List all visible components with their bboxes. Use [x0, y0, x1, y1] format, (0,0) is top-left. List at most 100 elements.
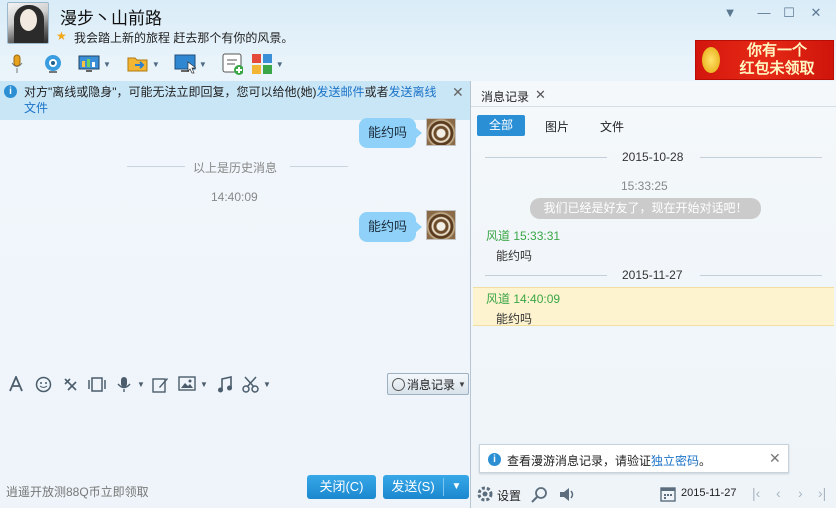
chevron-down-icon[interactable]: ▼	[152, 60, 160, 69]
roaming-tip-end: 。	[699, 454, 712, 468]
new-chat-icon[interactable]	[221, 53, 243, 75]
apps-grid-icon[interactable]	[251, 53, 273, 75]
message-row: 能约吗	[359, 118, 417, 148]
toolbar: ▼ ▼ ▼ ▼	[6, 52, 284, 76]
date-separator-line	[485, 157, 607, 158]
date-header: 2015-11-27	[622, 268, 683, 282]
record-text[interactable]: 能约吗	[496, 247, 532, 264]
minimize-button[interactable]: —	[754, 4, 774, 22]
record-text[interactable]: 能约吗	[496, 310, 532, 327]
filter-tab-images[interactable]: 图片	[545, 118, 569, 135]
bubble-tail	[415, 221, 422, 233]
chevron-down-icon[interactable]: ▼	[103, 60, 111, 69]
close-window-button[interactable]: ✕	[806, 4, 826, 22]
poke-icon[interactable]	[62, 376, 79, 394]
next-page-icon[interactable]: ›	[798, 485, 803, 501]
chevron-down-icon[interactable]: ▼	[263, 376, 271, 394]
date-header: 2015-10-28	[622, 150, 684, 164]
chevron-down-icon[interactable]: ▼	[137, 376, 145, 394]
edit-icon[interactable]	[152, 376, 169, 394]
font-icon[interactable]	[8, 374, 24, 394]
info-icon: i	[488, 453, 501, 466]
offline-notice-bar: i 对方"离线或隐身"，可能无法立即回复，您可以给他(她)发送邮件或者发送离线文…	[0, 81, 470, 120]
red-envelope-ad[interactable]: 你有一个 红包未领取	[695, 40, 834, 80]
close-icon[interactable]: ✕	[769, 450, 781, 467]
message-bubble[interactable]: 能约吗	[359, 118, 417, 148]
message-bubble[interactable]: 能约吗	[359, 212, 417, 242]
chevron-down-icon[interactable]: ▼	[276, 60, 284, 69]
system-notice: 我们已经是好友了，现在开始对话吧！	[530, 198, 761, 219]
emoji-icon[interactable]	[35, 376, 52, 394]
chevron-down-icon[interactable]: ▼	[444, 475, 469, 499]
settings-label[interactable]: 设置	[497, 487, 521, 504]
offline-notice-or: 或者	[364, 85, 389, 99]
record-sender: 风道	[486, 229, 511, 243]
ad-line-1: 你有一个	[746, 42, 807, 59]
window-menu-button[interactable]: ▼	[720, 4, 740, 22]
settings-icon[interactable]	[476, 485, 494, 506]
message-row: 能约吗	[359, 212, 417, 242]
record-header: 风道 15:33:31	[486, 227, 560, 244]
send-button[interactable]: 发送(S) ▼	[383, 475, 469, 499]
info-icon: i	[4, 85, 17, 98]
video-camera-icon[interactable]	[42, 53, 64, 75]
roaming-tip: i 查看漫游消息记录，请验证独立密码。 ✕	[479, 444, 789, 473]
date-separator-line	[485, 275, 607, 276]
separator-line	[290, 166, 348, 167]
separator-line	[127, 166, 185, 167]
coin-icon	[702, 47, 720, 73]
chevron-down-icon[interactable]: ▼	[200, 376, 208, 394]
record-header: 风道 14:40:09	[486, 290, 560, 307]
last-page-icon[interactable]: ›|	[818, 485, 826, 501]
close-icon[interactable]: ✕	[452, 84, 464, 101]
current-date[interactable]: 2015-11-27	[681, 487, 736, 499]
history-label: 以上是历史消息	[193, 161, 278, 175]
promo-link[interactable]: 逍遥开放测88Q币立即领取	[6, 483, 149, 500]
scissors-icon[interactable]	[242, 376, 260, 394]
history-tab-title[interactable]: 消息记录	[481, 88, 529, 105]
screen-share-icon[interactable]	[78, 53, 100, 75]
star-icon: ★	[56, 29, 67, 43]
offline-notice-text: 对方"离线或隐身"，可能无法立即回复，您可以给他(她)	[24, 85, 317, 99]
record-sender: 风道	[486, 292, 511, 306]
send-file-icon[interactable]	[127, 53, 149, 75]
verify-password-link[interactable]: 独立密码	[651, 454, 699, 468]
self-avatar[interactable]	[426, 210, 456, 240]
voice-message-icon[interactable]	[117, 376, 131, 394]
message-history-label: 消息记录	[407, 377, 456, 392]
microphone-icon[interactable]	[6, 53, 28, 75]
first-page-icon[interactable]: |‹	[752, 485, 760, 501]
remote-desktop-icon[interactable]	[174, 53, 196, 75]
music-icon[interactable]	[217, 376, 233, 394]
speaker-icon[interactable]	[558, 486, 577, 506]
search-icon[interactable]	[531, 486, 548, 506]
bubble-tail	[415, 127, 422, 139]
close-icon[interactable]: ✕	[535, 87, 546, 103]
system-time: 15:33:25	[621, 179, 668, 193]
image-icon[interactable]	[178, 376, 196, 394]
contact-avatar[interactable]	[7, 2, 49, 44]
date-separator-line	[700, 275, 822, 276]
close-button[interactable]: 关闭(C)	[307, 475, 376, 499]
contact-signature: 我会踏上新的旅程 赶去那个有你的风景。	[74, 31, 294, 45]
self-avatar[interactable]	[426, 118, 456, 146]
ad-line-2: 红包未领取	[739, 60, 815, 77]
prev-page-icon[interactable]: ‹	[776, 485, 781, 501]
chevron-down-icon: ▼	[458, 379, 466, 389]
calendar-icon[interactable]	[660, 486, 676, 505]
chevron-down-icon[interactable]: ▼	[199, 60, 207, 69]
roaming-tip-text: 查看漫游消息记录，请验证	[507, 454, 652, 468]
send-email-link[interactable]: 发送邮件	[317, 85, 365, 99]
message-history-button[interactable]: 消息记录 ▼	[387, 373, 469, 395]
filter-tab-all[interactable]: 全部	[477, 115, 525, 136]
record-time: 15:33:31	[513, 229, 561, 243]
contact-name[interactable]: 漫步丶山前路	[60, 4, 162, 29]
filter-tab-files[interactable]: 文件	[600, 118, 624, 135]
tab-divider	[471, 106, 836, 107]
record-time: 14:40:09	[513, 292, 561, 306]
date-separator-line	[700, 157, 822, 158]
gif-icon[interactable]	[88, 376, 106, 394]
send-label[interactable]: 发送(S)	[383, 475, 443, 499]
message-timestamp: 14:40:09	[211, 190, 258, 204]
maximize-button[interactable]: ☐	[779, 4, 799, 22]
